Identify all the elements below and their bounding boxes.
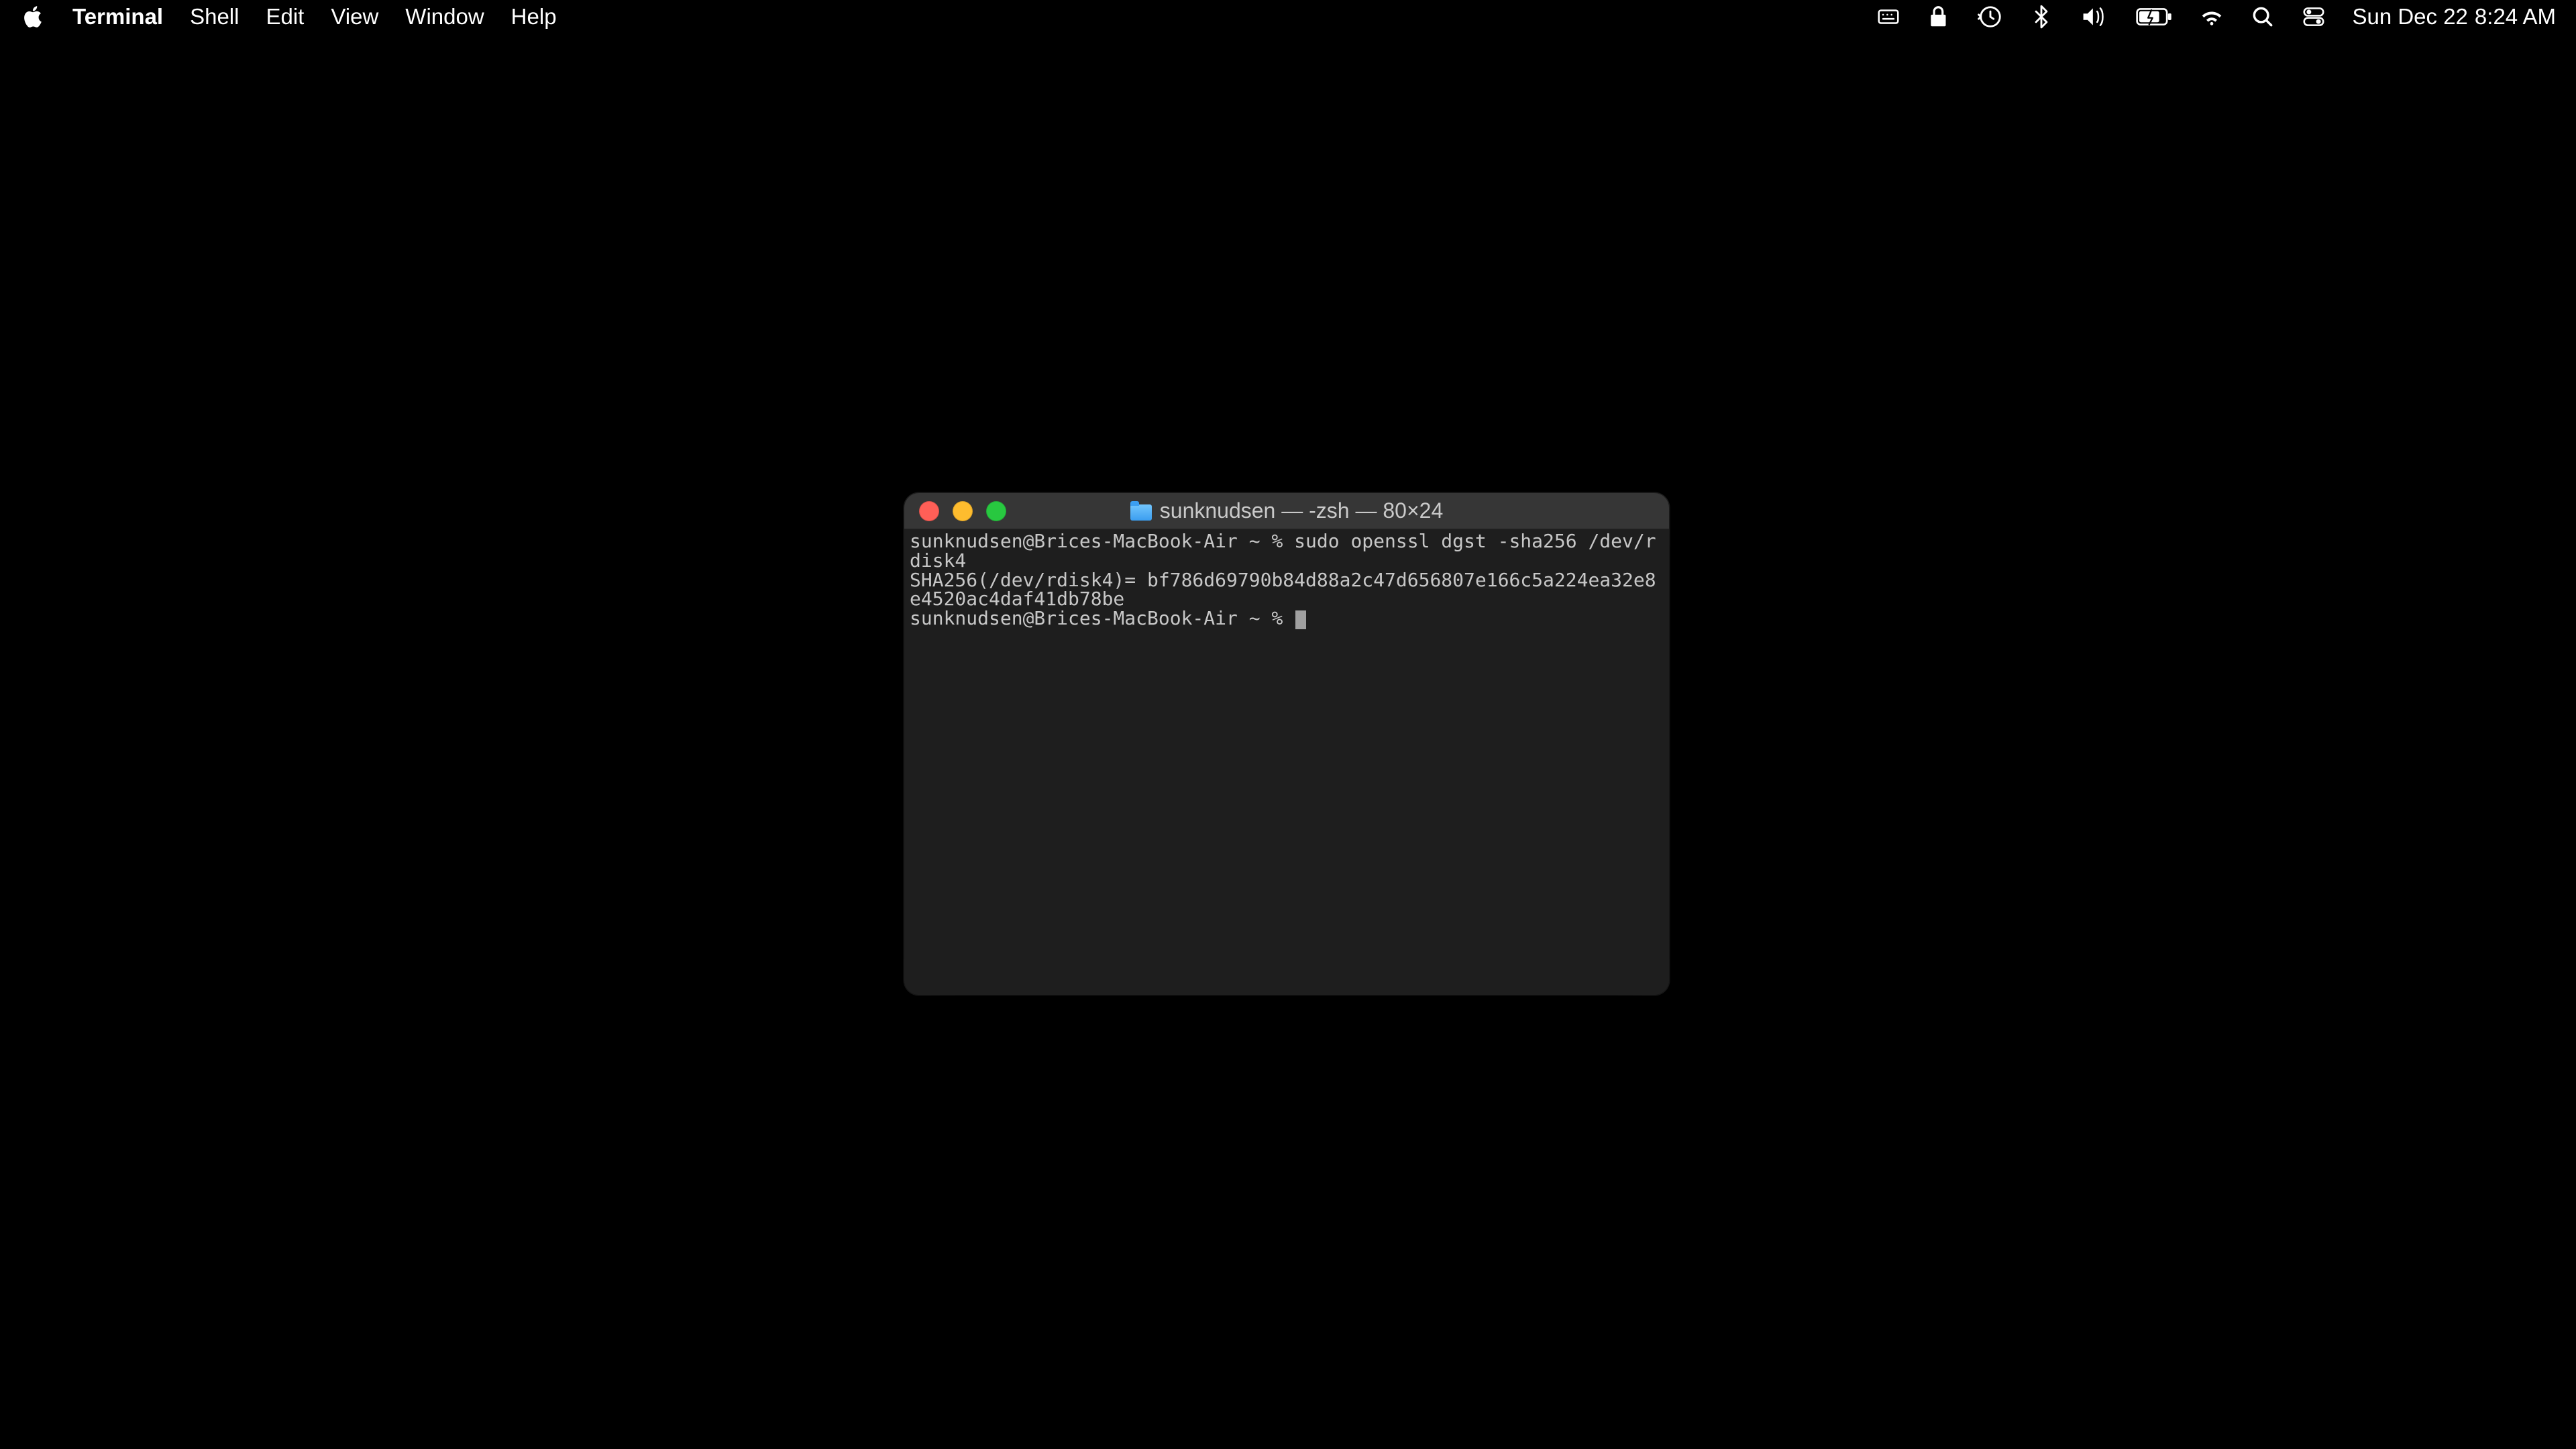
menubar: Terminal Shell Edit View Window Help bbox=[0, 0, 2576, 34]
battery-icon[interactable] bbox=[2136, 4, 2174, 30]
maximize-button[interactable] bbox=[986, 501, 1006, 521]
bluetooth-icon[interactable] bbox=[2029, 4, 2054, 30]
menubar-left: Terminal Shell Edit View Window Help bbox=[20, 4, 557, 30]
menu-edit[interactable]: Edit bbox=[266, 4, 304, 30]
menubar-date: Sun Dec 22 bbox=[2352, 4, 2467, 30]
apple-logo-icon[interactable] bbox=[20, 4, 46, 30]
traffic-lights bbox=[919, 501, 1006, 521]
search-icon[interactable] bbox=[2250, 4, 2275, 30]
menubar-time: 8:24 AM bbox=[2475, 4, 2556, 30]
menu-window[interactable]: Window bbox=[405, 4, 484, 30]
terminal-title-container: sunknudsen — -zsh — 80×24 bbox=[904, 498, 1669, 523]
keyboard-brightness-icon[interactable] bbox=[1876, 4, 1901, 30]
close-button[interactable] bbox=[919, 501, 939, 521]
control-center-icon[interactable] bbox=[2301, 4, 2326, 30]
menubar-datetime[interactable]: Sun Dec 22 8:24 AM bbox=[2352, 4, 2556, 30]
folder-icon bbox=[1130, 502, 1152, 521]
minimize-button[interactable] bbox=[953, 501, 973, 521]
terminal-line: sunknudsen@Brices-MacBook-Air ~ % sudo o… bbox=[910, 532, 1664, 571]
terminal-line: SHA256(/dev/rdisk4)= bf786d69790b84d88a2… bbox=[910, 571, 1664, 610]
menu-app-name[interactable]: Terminal bbox=[72, 4, 163, 30]
terminal-prompt: sunknudsen@Brices-MacBook-Air ~ % bbox=[910, 607, 1294, 629]
time-machine-icon[interactable] bbox=[1978, 4, 2003, 30]
terminal-title: sunknudsen — -zsh — 80×24 bbox=[1160, 498, 1443, 523]
terminal-cursor bbox=[1295, 610, 1306, 629]
terminal-titlebar[interactable]: sunknudsen — -zsh — 80×24 bbox=[904, 493, 1669, 529]
menubar-right: Sun Dec 22 8:24 AM bbox=[1876, 4, 2556, 30]
menu-view[interactable]: View bbox=[331, 4, 378, 30]
menu-shell[interactable]: Shell bbox=[190, 4, 239, 30]
terminal-window[interactable]: sunknudsen — -zsh — 80×24 sunknudsen@Bri… bbox=[904, 493, 1669, 995]
menu-help[interactable]: Help bbox=[511, 4, 557, 30]
terminal-body[interactable]: sunknudsen@Brices-MacBook-Air ~ % sudo o… bbox=[904, 529, 1669, 995]
lock-icon[interactable] bbox=[1927, 4, 1952, 30]
volume-icon[interactable] bbox=[2080, 4, 2110, 30]
wifi-icon[interactable] bbox=[2199, 4, 2224, 30]
